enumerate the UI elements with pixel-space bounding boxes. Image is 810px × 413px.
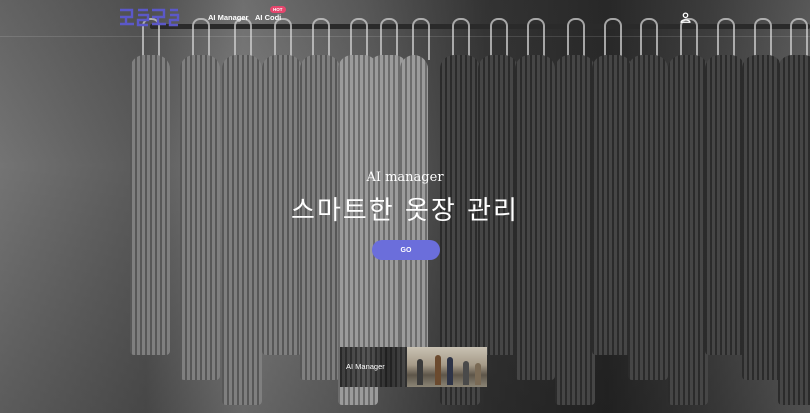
- top-navbar: AI Manager AI Codi HOT: [0, 0, 810, 37]
- site-logo[interactable]: [118, 6, 180, 28]
- thumbnail-label: AI Manager: [346, 362, 385, 371]
- garment: [668, 55, 708, 405]
- photo-figure: [417, 359, 423, 385]
- feature-thumbnails: AI Manager: [340, 347, 487, 387]
- photo-figure: [435, 355, 441, 385]
- logo-mark: [120, 8, 180, 27]
- hot-badge: HOT: [270, 6, 286, 13]
- thumbnail-ai-manager[interactable]: AI Manager: [340, 347, 407, 387]
- photo-figure: [447, 357, 453, 385]
- thumbnail-ai-codi[interactable]: [407, 347, 487, 387]
- garment: [778, 55, 810, 405]
- user-icon[interactable]: [680, 12, 691, 23]
- garment: [222, 55, 262, 405]
- hero-title: 스마트한 옷장 관리: [291, 196, 519, 226]
- nav-ai-manager[interactable]: AI Manager: [208, 13, 248, 22]
- go-button[interactable]: GO: [372, 240, 440, 260]
- garment: [555, 55, 595, 405]
- photo-figure: [463, 361, 469, 385]
- hero-subtitle: AI manager: [366, 170, 444, 185]
- nav-ai-codi[interactable]: AI Codi: [255, 13, 281, 22]
- photo-figure: [475, 363, 481, 385]
